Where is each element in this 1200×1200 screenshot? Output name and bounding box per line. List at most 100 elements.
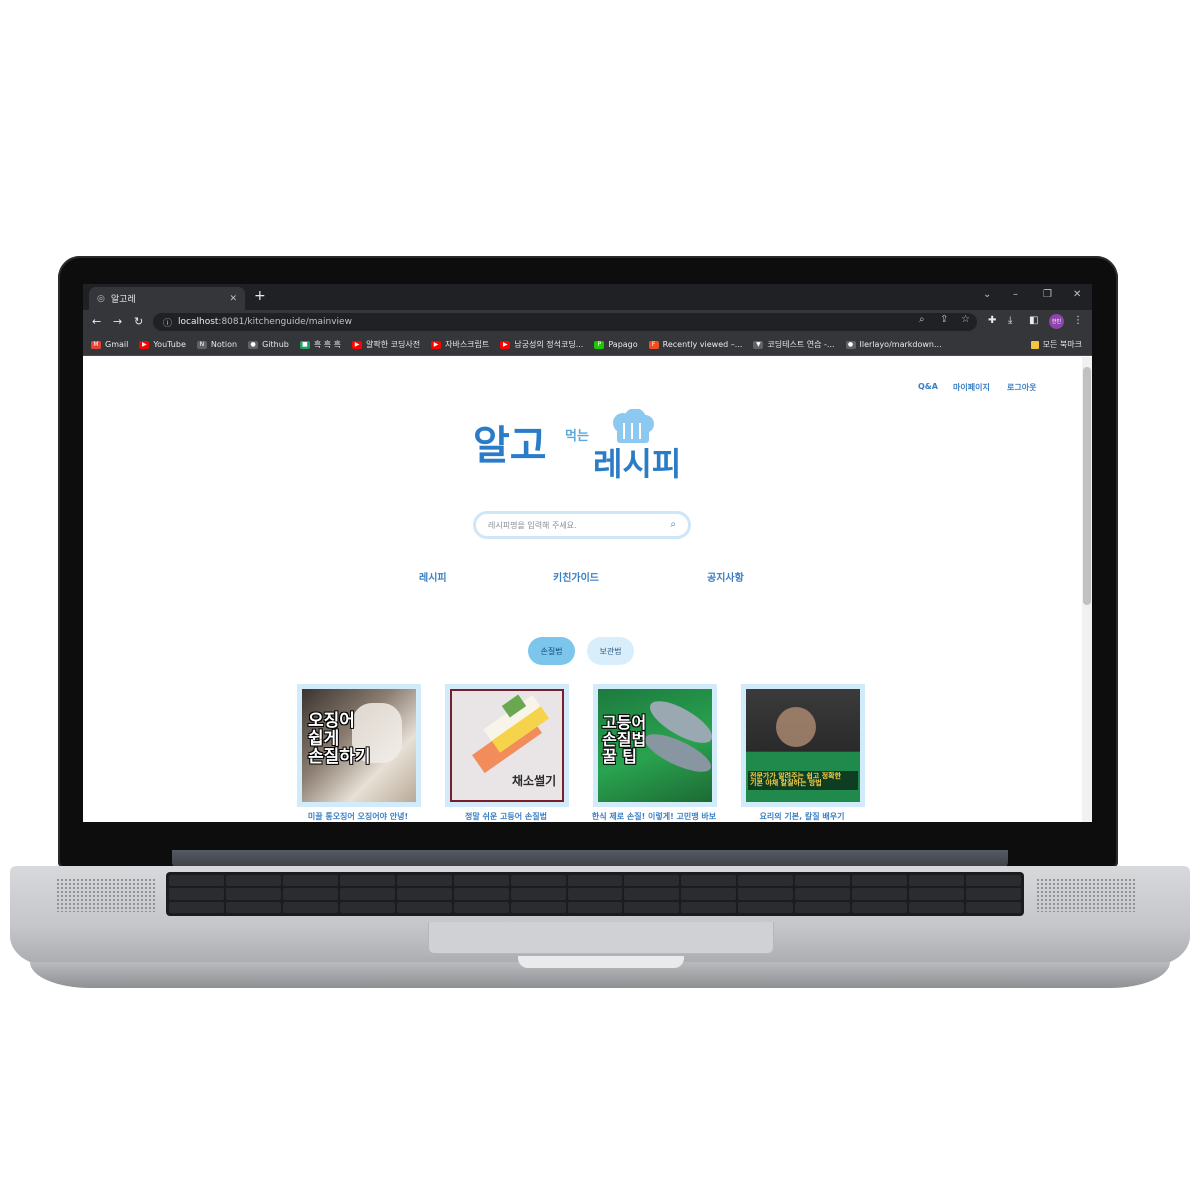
bookmark-item[interactable]: ▶ 얄팍한 코딩사전 bbox=[352, 339, 420, 350]
browser-tab[interactable]: ◎ 알고레 ✕ bbox=[89, 287, 245, 310]
bookmark-star-icon[interactable]: ☆ bbox=[961, 314, 970, 325]
extensions-icon[interactable]: ✚ bbox=[988, 315, 996, 326]
page-scrollbar[interactable] bbox=[1082, 357, 1092, 822]
restore-button[interactable]: ❐ bbox=[1043, 289, 1052, 300]
address-bar[interactable]: ⓘ localhost:8081/kitchenguide/mainview bbox=[153, 313, 977, 331]
video-card[interactable]: 채소썰기 bbox=[445, 684, 569, 807]
bookmark-label: 남궁성의 정석코딩... bbox=[514, 340, 584, 349]
keyboard-key bbox=[909, 901, 965, 913]
video-caption[interactable]: 한식 제로 손질! 이렇게! 고민맹 바보 bbox=[579, 811, 729, 822]
search-input[interactable]: 레시피명을 입력해 주세요. ⌕ bbox=[473, 511, 691, 539]
bookmark-item[interactable]: ▼ 코딩테스트 연습 -... bbox=[753, 339, 835, 350]
bookmark-label: 자바스크립트 bbox=[445, 340, 490, 349]
keyboard-key bbox=[795, 888, 851, 900]
line-icon: ■ bbox=[299, 340, 310, 349]
forward-button[interactable]: → bbox=[113, 315, 122, 328]
reload-button[interactable]: ↻ bbox=[134, 315, 143, 328]
video-caption[interactable]: 정말 쉬운 고등어 손질법 bbox=[431, 811, 581, 822]
keyboard-key bbox=[852, 901, 908, 913]
bookmark-item[interactable]: ● Ilerlayo/markdown... bbox=[845, 340, 942, 349]
keyboard-key bbox=[282, 875, 338, 887]
browser-tab-bar: ◎ 알고레 ✕ + ⌄ – ❐ ✕ bbox=[83, 284, 1092, 310]
bookmark-item[interactable]: ● Github bbox=[248, 340, 289, 349]
video-card[interactable]: 고등어 손질법 꿀 팁 bbox=[593, 684, 717, 807]
keyboard-key bbox=[225, 888, 281, 900]
filter-storage-button[interactable]: 보관법 bbox=[587, 637, 634, 665]
youtube-icon: ▶ bbox=[431, 340, 442, 349]
web-page: Q&A 마이페이지 로그아웃 알고 먹는 레시피 레시피명을 입력해 주세요. … bbox=[83, 357, 1092, 822]
profile-avatar[interactable]: 한빈 bbox=[1049, 314, 1064, 329]
zoom-icon[interactable]: ⌕ bbox=[919, 314, 925, 325]
keyboard-key bbox=[396, 901, 452, 913]
side-panel-icon[interactable]: ◧ bbox=[1029, 315, 1038, 326]
youtube-icon: ▶ bbox=[139, 340, 150, 349]
bookmark-item[interactable]: ▶ YouTube bbox=[139, 340, 186, 349]
nav-kitchen-guide[interactable]: 키친가이드 bbox=[553, 569, 599, 584]
filter-prep-button[interactable]: 손질법 bbox=[528, 637, 575, 665]
keyboard-key bbox=[510, 875, 566, 887]
gmail-icon: M bbox=[91, 340, 101, 349]
bookmark-label: 흑 흑 흑 bbox=[313, 340, 342, 349]
keyboard-key bbox=[966, 888, 1021, 900]
tab-title: 알고레 bbox=[110, 295, 136, 305]
info-icon[interactable]: ⓘ bbox=[163, 316, 172, 329]
github-icon: ● bbox=[248, 340, 259, 349]
download-icon[interactable]: ⤓ bbox=[1008, 315, 1012, 326]
qna-link[interactable]: Q&A bbox=[918, 382, 938, 391]
right-speaker-grille bbox=[1036, 878, 1136, 912]
bookmark-label: 얄팍한 코딩사전 bbox=[366, 340, 421, 349]
keyboard-key bbox=[738, 888, 794, 900]
keyboard-key bbox=[624, 888, 680, 900]
keyboard-key bbox=[396, 888, 452, 900]
video-card[interactable]: 전문가가 알려주는 쉽고 정확한 기본 야채 칼질하는 방법 bbox=[741, 684, 865, 807]
back-button[interactable]: ← bbox=[92, 315, 101, 328]
url-path: :8081/kitchenguide/mainview bbox=[218, 317, 352, 327]
notion-icon: N bbox=[196, 340, 207, 349]
keyboard-key bbox=[169, 888, 224, 900]
bookmark-item[interactable]: ▶ 자바스크립트 bbox=[431, 339, 489, 350]
figma-icon: F bbox=[648, 340, 659, 349]
bookmark-label: Notion bbox=[210, 340, 238, 349]
keyboard-key bbox=[852, 875, 908, 887]
bookmark-item[interactable]: P Papago bbox=[594, 340, 638, 349]
keyboard-key bbox=[795, 901, 851, 913]
bookmark-item[interactable]: ▶ 남궁성의 정석코딩... bbox=[500, 339, 583, 350]
tab-search-icon[interactable]: ⌄ bbox=[983, 289, 991, 300]
bookmark-item[interactable]: F Recently viewed –... bbox=[648, 340, 742, 349]
bookmark-label: YouTube bbox=[153, 340, 186, 349]
all-bookmarks[interactable]: 모든 북마크 bbox=[1030, 339, 1082, 350]
search-icon[interactable]: ⌕ bbox=[670, 519, 676, 530]
keyboard-key bbox=[339, 888, 395, 900]
bookmark-label: Ilerlayo/markdown... bbox=[859, 340, 942, 349]
scrollbar-thumb[interactable] bbox=[1083, 367, 1091, 605]
bookmark-label: 코딩테스트 연습 -... bbox=[767, 340, 835, 349]
video-card[interactable]: 오징어 쉽게 손질하기 bbox=[297, 684, 421, 807]
bookmark-item[interactable]: M Gmail bbox=[91, 340, 128, 349]
nav-notice[interactable]: 공지사항 bbox=[707, 569, 744, 584]
bookmark-item[interactable]: ■ 흑 흑 흑 bbox=[299, 339, 342, 350]
youtube-icon: ▶ bbox=[352, 340, 363, 349]
new-tab-button[interactable]: + bbox=[254, 288, 266, 304]
keyboard-key bbox=[453, 875, 509, 887]
video-caption[interactable]: 미끌 통오징어 오징어야 안녕! bbox=[283, 811, 433, 822]
keyboard-key bbox=[396, 875, 452, 887]
keyboard-key bbox=[169, 901, 224, 913]
logout-link[interactable]: 로그아웃 bbox=[1007, 382, 1036, 393]
search-placeholder: 레시피명을 입력해 주세요. bbox=[488, 520, 577, 530]
menu-kebab-icon[interactable]: ⋮ bbox=[1073, 315, 1083, 326]
close-tab-icon[interactable]: ✕ bbox=[229, 294, 237, 304]
mypage-link[interactable]: 마이페이지 bbox=[953, 382, 990, 393]
keyboard-key bbox=[225, 901, 281, 913]
close-window-button[interactable]: ✕ bbox=[1073, 289, 1081, 300]
keyboard-key bbox=[453, 888, 509, 900]
minimize-button[interactable]: – bbox=[1013, 289, 1018, 300]
chef-hat-icon bbox=[613, 409, 654, 443]
thumbnail-text: 오징어 쉽게 손질하기 bbox=[308, 711, 371, 767]
nav-recipe[interactable]: 레시피 bbox=[419, 569, 447, 584]
keyboard-key bbox=[681, 901, 737, 913]
site-logo[interactable]: 알고 먹는 레시피 bbox=[473, 409, 693, 489]
thumbnail-text: 고등어 손질법 꿀 팁 bbox=[602, 713, 647, 766]
share-icon[interactable]: ⇪ bbox=[940, 314, 948, 325]
bookmark-item[interactable]: N Notion bbox=[196, 340, 238, 349]
video-caption[interactable]: 요리의 기본, 칼질 배우기 bbox=[727, 811, 877, 822]
